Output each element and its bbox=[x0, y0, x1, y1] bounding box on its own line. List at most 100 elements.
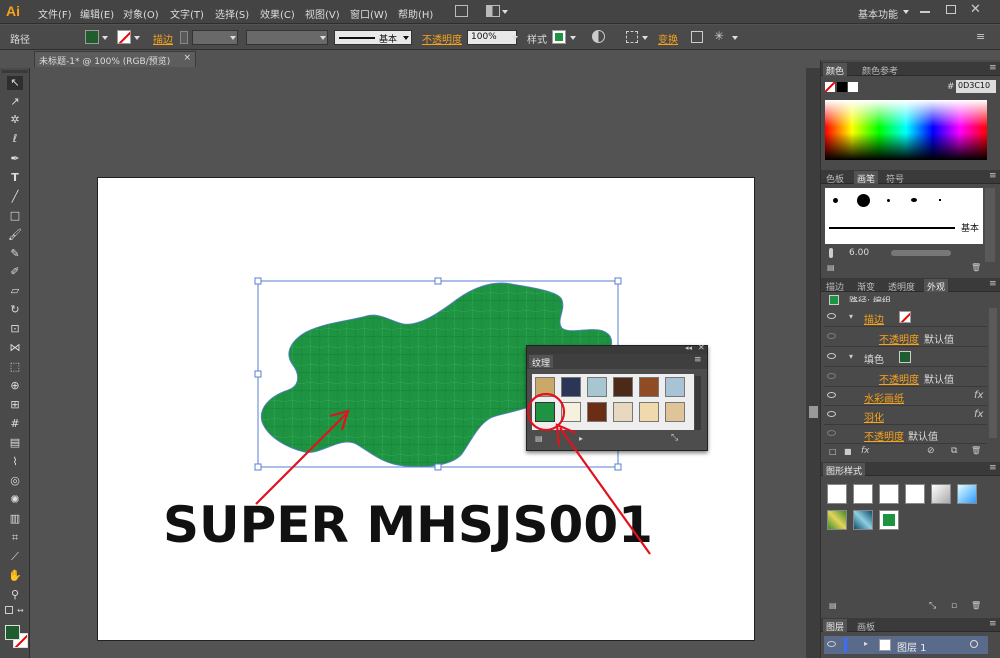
fx-icon[interactable]: fx bbox=[974, 390, 983, 401]
new-fill-icon[interactable]: ■ bbox=[844, 447, 852, 456]
graphic-style-swatch[interactable] bbox=[879, 484, 899, 504]
layer-color-bar bbox=[844, 638, 847, 652]
new-style-icon[interactable]: ▫ bbox=[951, 601, 957, 611]
stroke-attr-swatch[interactable] bbox=[899, 311, 911, 323]
graphic-style-swatch[interactable] bbox=[853, 510, 873, 530]
graphic-style-swatch[interactable] bbox=[827, 510, 847, 530]
delete-icon[interactable]: 🗑 bbox=[971, 446, 981, 455]
delete-icon[interactable]: 🗑 bbox=[971, 263, 981, 272]
layer-row[interactable]: ▸ 图层 1 bbox=[824, 636, 988, 654]
chevron-down-icon[interactable] bbox=[903, 10, 909, 14]
brush-dot-tiny[interactable] bbox=[887, 199, 890, 202]
opacity-attr-label[interactable]: 不透明度 bbox=[879, 371, 919, 386]
panel-menu-icon[interactable]: ≡ bbox=[989, 63, 997, 73]
visibility-eye-icon[interactable] bbox=[827, 373, 836, 379]
opacity-attr-label[interactable]: 不透明度 bbox=[879, 331, 919, 346]
expand-triangle-icon[interactable]: ▸ bbox=[864, 639, 868, 648]
graphic-style-swatch-selected[interactable] bbox=[879, 510, 899, 530]
visibility-eye-icon[interactable] bbox=[827, 313, 836, 319]
panel-menu-icon[interactable]: ≡ bbox=[989, 463, 997, 473]
style-library-icon[interactable]: ▤ bbox=[829, 601, 837, 610]
visibility-eye-icon[interactable] bbox=[827, 353, 836, 359]
brush-library-icon[interactable]: ▤ bbox=[827, 263, 835, 272]
appearance-row-stroke-opacity[interactable]: 不透明度 默认值 bbox=[824, 328, 987, 347]
panel-menu-icon[interactable]: ≡ bbox=[989, 619, 997, 629]
color-spectrum[interactable] bbox=[825, 100, 987, 160]
fill-attr-swatch[interactable] bbox=[899, 351, 911, 363]
clear-appearance-icon[interactable]: ⊘ bbox=[927, 446, 935, 456]
duplicate-icon[interactable]: ⧉ bbox=[951, 446, 957, 456]
add-effect-icon[interactable]: fx bbox=[861, 446, 870, 456]
visibility-eye-icon[interactable] bbox=[827, 641, 836, 647]
appearance-row-stroke[interactable]: ▾ 描边 bbox=[824, 308, 987, 327]
tab-swatches[interactable]: 色板 bbox=[823, 171, 847, 185]
layer-target-icon[interactable] bbox=[970, 640, 978, 648]
scroll-thumb[interactable] bbox=[809, 406, 818, 418]
panel-menu-icon[interactable]: ≡ bbox=[976, 30, 985, 43]
expand-triangle-icon[interactable]: ▾ bbox=[849, 312, 853, 321]
appearance-thumbnail bbox=[829, 295, 839, 305]
white-color-icon[interactable] bbox=[848, 82, 858, 92]
vertical-scrollbar[interactable] bbox=[806, 68, 820, 658]
tab-color-guide[interactable]: 颜色参考 bbox=[859, 63, 901, 77]
tab-artboards[interactable]: 画板 bbox=[854, 619, 878, 633]
brush-panel-tabs: 色板 画笔 符号 ≡ bbox=[821, 170, 1000, 185]
appearance-row-fill[interactable]: ▾ 填色 bbox=[824, 348, 987, 367]
opacity-attr-value: 默认值 bbox=[908, 432, 938, 443]
close-icon[interactable]: ✕ bbox=[970, 2, 984, 18]
color-panel-tabs: 颜色 颜色参考 ≡ bbox=[821, 62, 1000, 77]
layer-name[interactable]: 图层 1 bbox=[897, 639, 927, 654]
graphic-style-swatch[interactable] bbox=[905, 484, 925, 504]
tab-color[interactable]: 颜色 bbox=[823, 63, 848, 77]
new-stroke-icon[interactable]: □ bbox=[829, 447, 837, 456]
brush-dot-mini[interactable] bbox=[939, 199, 941, 201]
tab-layers[interactable]: 图层 bbox=[823, 619, 848, 633]
panel-menu-icon[interactable]: ≡ bbox=[989, 279, 997, 289]
brush-dot-small[interactable] bbox=[833, 198, 838, 203]
brush-dot-large[interactable] bbox=[857, 194, 870, 207]
maximize-icon[interactable] bbox=[946, 5, 956, 14]
appearance-row-texturizer[interactable]: 水彩画纸 fx bbox=[824, 387, 987, 406]
visibility-eye-icon[interactable] bbox=[827, 333, 836, 339]
brush-scrollbar[interactable] bbox=[985, 188, 995, 262]
tab-symbols[interactable]: 符号 bbox=[883, 171, 907, 185]
tab-appearance[interactable]: 外观 bbox=[924, 279, 949, 293]
appearance-row-opacity[interactable]: 不透明度 默认值 bbox=[824, 425, 987, 444]
opacity-attr-label[interactable]: 不透明度 bbox=[864, 428, 904, 443]
fill-color-box[interactable] bbox=[5, 625, 20, 640]
basic-brush-line[interactable] bbox=[829, 227, 955, 229]
brush-calligraphic[interactable] bbox=[911, 198, 917, 202]
fx-icon[interactable]: fx bbox=[974, 409, 983, 420]
appearance-row-feather[interactable]: 羽化 fx bbox=[824, 406, 987, 425]
appearance-scrollbar[interactable] bbox=[989, 308, 997, 438]
graphic-style-swatch[interactable] bbox=[853, 484, 873, 504]
break-link-icon[interactable]: ⤡ bbox=[929, 601, 936, 611]
right-panel-dock: 颜色 颜色参考 ≡ # 0D3C10 色板 画笔 符号 ≡ 基本 6.00 ▤ … bbox=[820, 60, 1000, 658]
graphic-style-swatch[interactable] bbox=[827, 484, 847, 504]
visibility-eye-icon[interactable] bbox=[827, 430, 836, 436]
expand-triangle-icon[interactable]: ▾ bbox=[849, 352, 853, 361]
graphic-style-swatch[interactable] bbox=[957, 484, 977, 504]
appearance-header: 路径: 编组 bbox=[849, 297, 891, 302]
minimize-icon[interactable] bbox=[920, 11, 930, 13]
appearance-row-fill-opacity[interactable]: 不透明度 默认值 bbox=[824, 368, 987, 387]
stroke-attr-label[interactable]: 描边 bbox=[864, 311, 884, 326]
none-color-icon[interactable] bbox=[825, 82, 835, 92]
effect-label[interactable]: 水彩画纸 bbox=[864, 390, 904, 405]
visibility-eye-icon[interactable] bbox=[827, 411, 836, 417]
tab-graphic-styles[interactable]: 图形样式 bbox=[823, 463, 866, 477]
effect-label[interactable]: 羽化 bbox=[864, 409, 884, 424]
workspace-switcher[interactable]: 基本功能 bbox=[858, 6, 898, 21]
tab-transparency[interactable]: 透明度 bbox=[885, 279, 918, 293]
appearance-panel-tabs: 描边 渐变 透明度 外观 ≡ bbox=[821, 278, 1000, 293]
tab-stroke[interactable]: 描边 bbox=[823, 279, 847, 293]
panel-menu-icon[interactable]: ≡ bbox=[989, 171, 997, 181]
graphic-style-swatch[interactable] bbox=[931, 484, 951, 504]
tab-brushes[interactable]: 画笔 bbox=[854, 171, 879, 185]
hex-input[interactable]: 0D3C10 bbox=[956, 80, 996, 93]
tab-gradient[interactable]: 渐变 bbox=[854, 279, 878, 293]
visibility-eye-icon[interactable] bbox=[827, 392, 836, 398]
delete-icon[interactable]: 🗑 bbox=[971, 601, 981, 610]
annotation-overlay bbox=[526, 392, 651, 555]
black-color-icon[interactable] bbox=[837, 82, 847, 92]
